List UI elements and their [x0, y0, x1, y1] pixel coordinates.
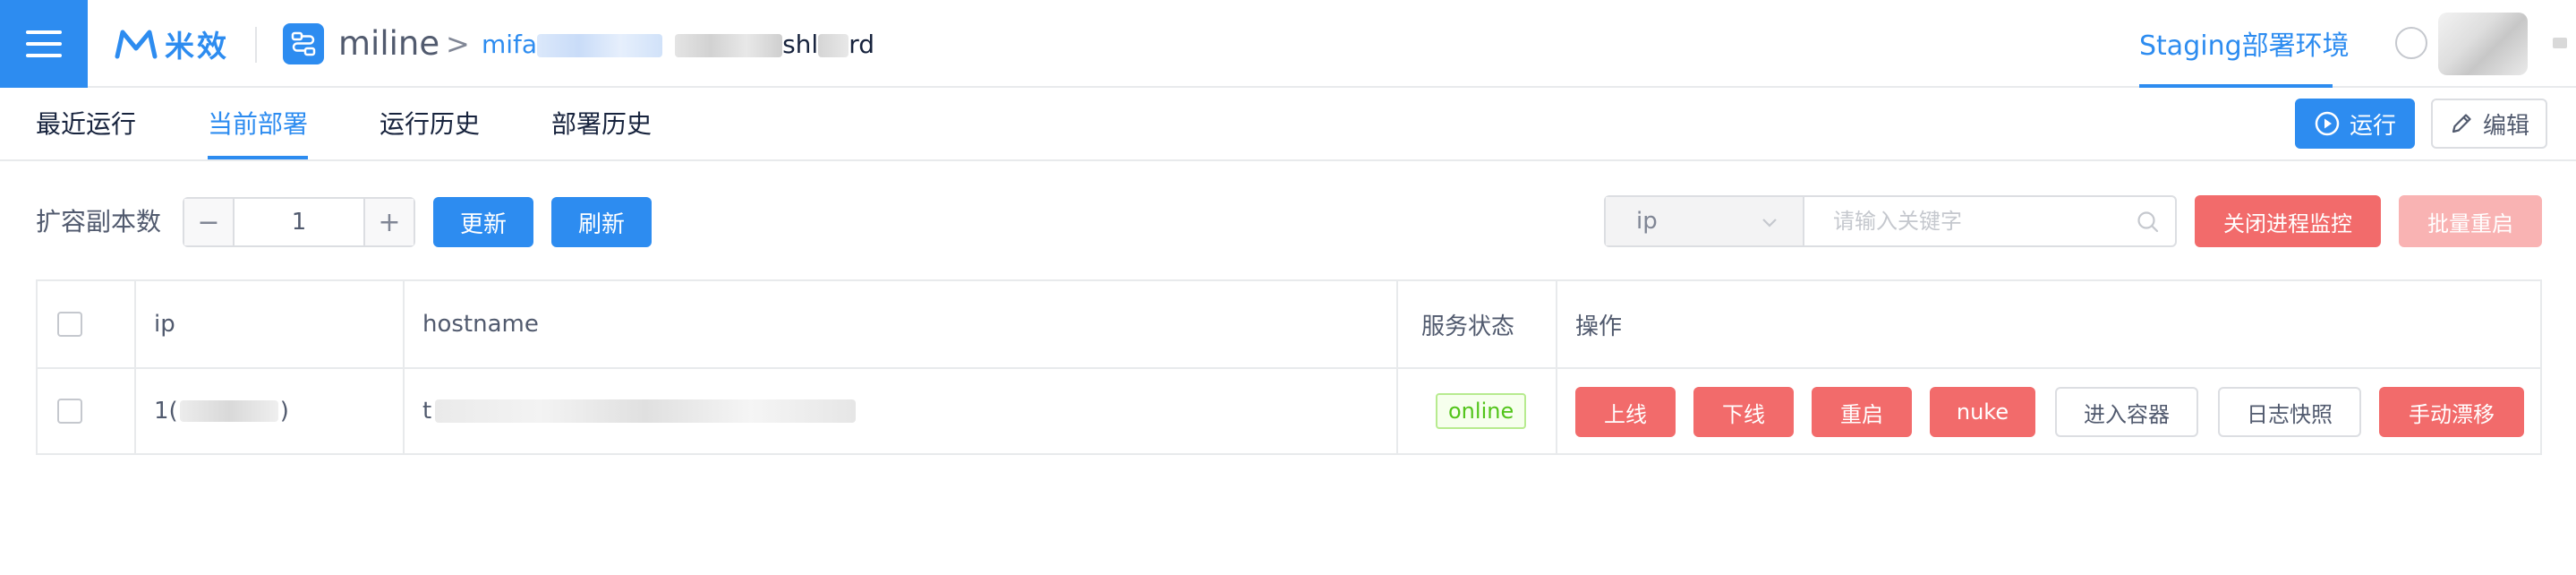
replica-count-label: 扩容副本数 [36, 207, 162, 236]
breadcrumb[interactable]: mifa shl rd [482, 29, 874, 61]
batch-restart-button[interactable]: 批量重启 [2399, 195, 2542, 247]
search-field-select[interactable]: ip [1606, 197, 1804, 245]
header-divider [255, 27, 257, 63]
take-offline-button[interactable]: 下线 [1693, 387, 1794, 437]
nuke-button[interactable]: nuke [1930, 387, 2035, 437]
replica-count-input[interactable]: 1 [235, 199, 363, 245]
pencil-icon [2452, 114, 2471, 133]
avatar[interactable] [2438, 13, 2528, 75]
bring-online-button[interactable]: 上线 [1575, 387, 1676, 437]
breadcrumb-project[interactable]: mifa [482, 30, 537, 59]
top-header: 米效 miline > mifa shl rd Staging部署环境 [0, 0, 2576, 88]
tab-run-history[interactable]: 运行历史 [380, 106, 480, 143]
refresh-button[interactable]: 刷新 [551, 197, 652, 247]
breadcrumb-separator: > [446, 27, 470, 61]
search-icon[interactable] [2136, 210, 2161, 235]
tab-recent-runs[interactable]: 最近运行 [36, 106, 136, 143]
active-tab-underline [208, 156, 308, 159]
redacted-text [537, 34, 663, 57]
instance-table: ip hostname 服务状态 操作 1() t online 上线 下线 重… [36, 279, 2542, 455]
row-checkbox[interactable] [57, 399, 82, 424]
logo-m-icon [115, 30, 158, 59]
app-name[interactable]: miline [338, 23, 439, 64]
column-header-actions: 操作 [1575, 313, 1623, 340]
env-tab-underline [2139, 84, 2333, 88]
increment-button[interactable]: + [363, 199, 414, 245]
search-bar: ip [1604, 195, 2177, 247]
replica-stepper[interactable]: − 1 + [183, 197, 415, 247]
redacted-text [818, 34, 849, 57]
hostname-cell: t [422, 369, 857, 453]
column-header-status[interactable]: 服务状态 [1421, 281, 1514, 367]
breadcrumb-pipeline-tail: rd [849, 30, 874, 59]
restart-button[interactable]: 重启 [1812, 387, 1912, 437]
table-row-checkbox-cell [57, 369, 82, 453]
update-button[interactable]: 更新 [433, 197, 533, 247]
redacted-text [675, 34, 783, 57]
user-menu-caret[interactable] [2553, 38, 2567, 48]
sub-navigation: 最近运行 当前部署 运行历史 部署历史 [0, 90, 2576, 161]
tab-staging-env[interactable]: Staging部署环境 [2139, 29, 2350, 64]
header-row-divider [38, 367, 2540, 369]
redacted-text [435, 399, 857, 423]
run-button[interactable]: 运行 [2295, 99, 2415, 149]
manual-migrate-button[interactable]: 手动漂移 [2379, 387, 2524, 437]
search-input[interactable] [1804, 197, 2175, 245]
table-header-checkbox-cell [57, 281, 82, 367]
menu-icon-bar [26, 42, 62, 46]
menu-icon-bar [26, 54, 62, 57]
pipeline-icon [283, 23, 324, 64]
log-snapshot-button[interactable]: 日志快照 [2218, 387, 2361, 437]
close-process-monitor-button[interactable]: 关闭进程监控 [2195, 195, 2381, 247]
hamburger-menu-button[interactable] [0, 0, 88, 88]
search-field-value: ip [1636, 208, 1658, 235]
ip-cell: 1() [154, 369, 289, 453]
edit-button[interactable]: 编辑 [2431, 99, 2547, 149]
tab-current-deploy[interactable]: 当前部署 [208, 106, 308, 143]
enter-container-button[interactable]: 进入容器 [2055, 387, 2198, 437]
decrement-button[interactable]: − [184, 199, 235, 245]
select-all-checkbox[interactable] [57, 312, 82, 337]
column-header-ip[interactable]: ip [154, 281, 175, 367]
ip-prefix: 1( [154, 398, 178, 425]
play-circle-icon [2315, 111, 2340, 136]
ip-suffix: ) [279, 398, 289, 425]
menu-icon [26, 30, 62, 34]
app-logo[interactable]: 米效 [115, 25, 229, 64]
breadcrumb-pipeline[interactable]: shl [782, 30, 818, 59]
help-icon[interactable] [2395, 27, 2427, 59]
tab-deploy-history[interactable]: 部署历史 [551, 106, 652, 143]
run-label: 运行 [2349, 112, 2396, 140]
edit-label: 编辑 [2482, 112, 2529, 140]
chevron-down-icon [1762, 219, 1777, 227]
logo-text: 米效 [165, 29, 229, 64]
hostname-prefix: t [422, 398, 432, 425]
status-badge: online [1436, 393, 1527, 429]
column-header-hostname[interactable]: hostname [422, 281, 539, 367]
redacted-text [179, 400, 278, 422]
status-cell: online [1436, 369, 1527, 453]
